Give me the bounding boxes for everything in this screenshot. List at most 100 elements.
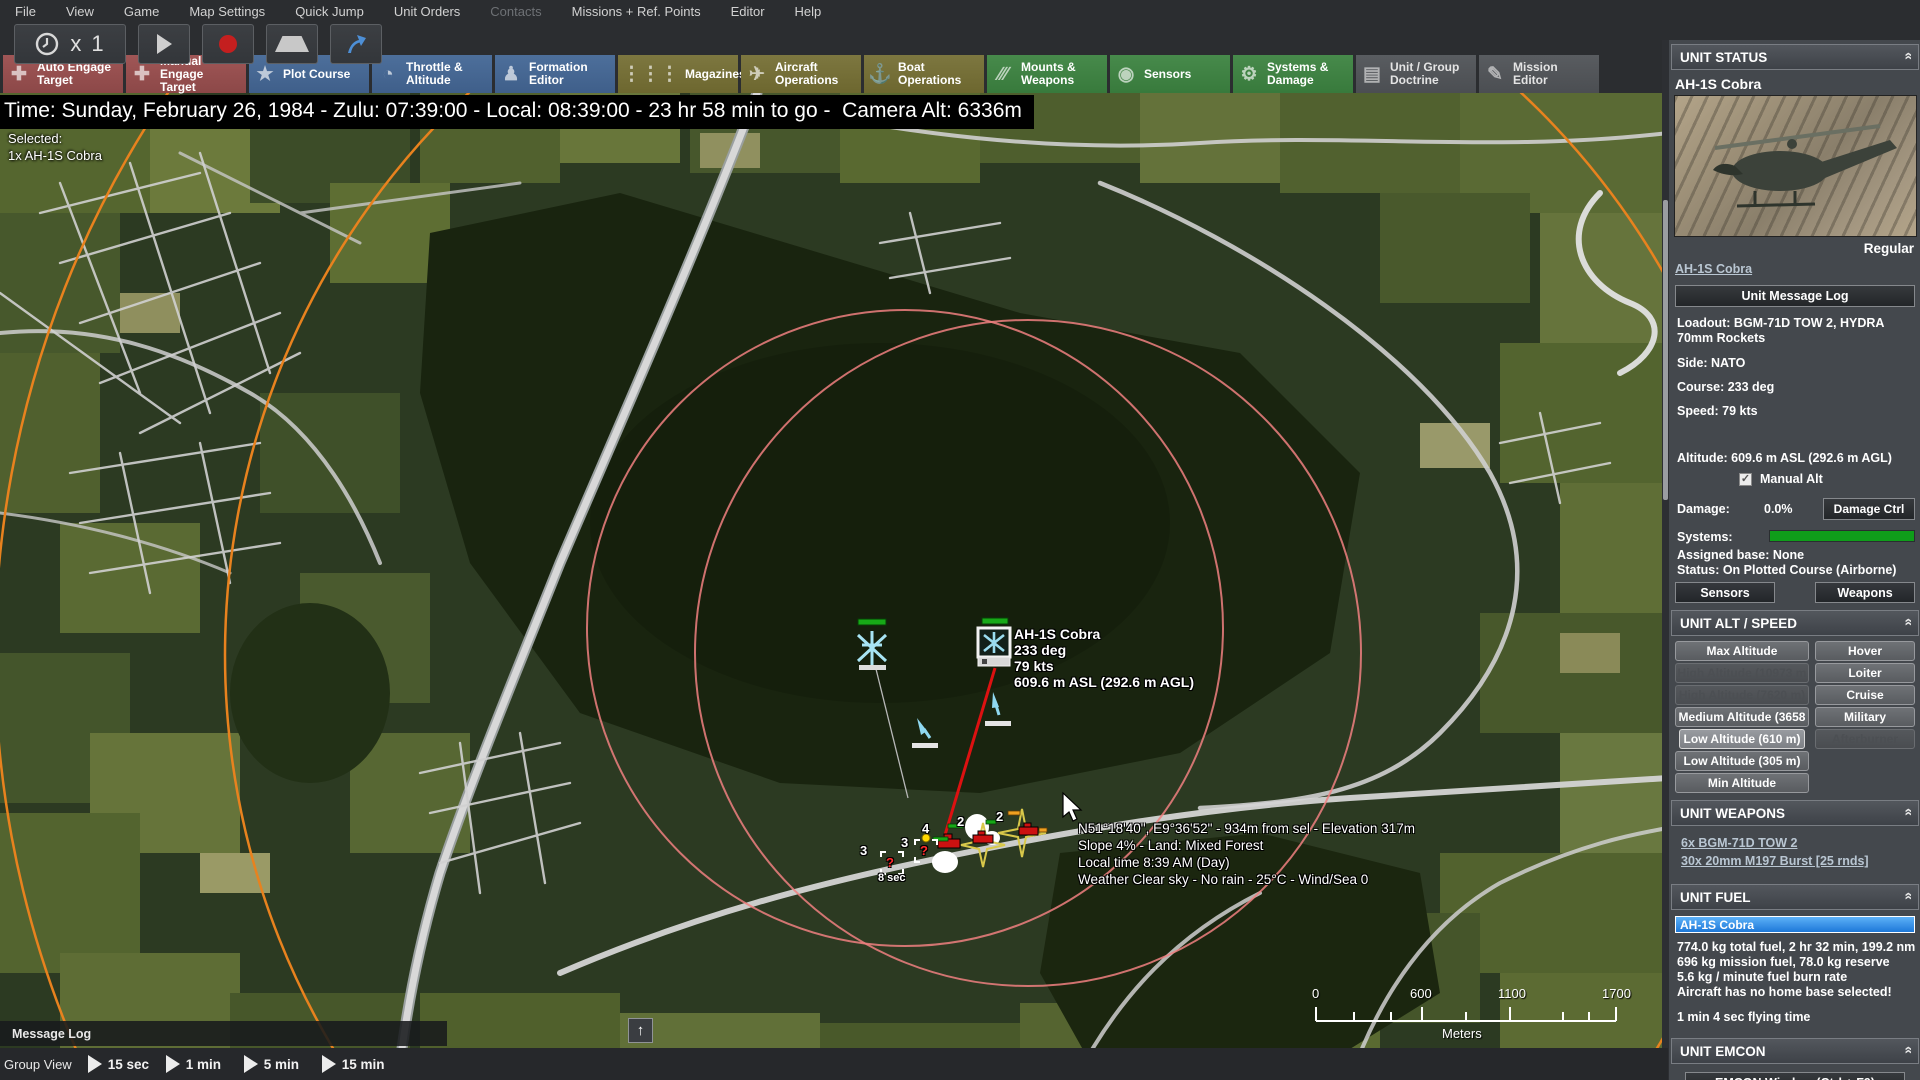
damage-ctrl-button[interactable]: Damage Ctrl xyxy=(1823,498,1915,520)
min-altitude-button[interactable]: Min Altitude xyxy=(1675,773,1809,793)
aircraft-icon: ✈ xyxy=(749,63,765,85)
throttle-altitude-button[interactable]: ◔ Throttle & Altitude xyxy=(372,55,492,93)
unit-datablock: AH-1S Cobra 233 deg 79 kts 609.6 m ASL (… xyxy=(1014,626,1194,690)
menu-missions-ref-points[interactable]: Missions + Ref. Points xyxy=(557,4,716,19)
aircraft-operations-button[interactable]: ✈ Aircraft Operations xyxy=(741,55,861,93)
damage-label: Damage: xyxy=(1677,502,1730,516)
app-window: File View Game Map Settings Quick Jump U… xyxy=(0,0,1920,1080)
emcon-window-button[interactable]: EMCON Window (Ctrl + F9) xyxy=(1685,1072,1905,1080)
magazines-button[interactable]: ⋮⋮⋮ Magazines xyxy=(618,55,746,93)
manual-alt-row: ✓ Manual Alt xyxy=(1739,472,1823,486)
course-text: Course: 233 deg xyxy=(1677,380,1775,394)
weapon-link-20mm[interactable]: 30x 20mm M197 Burst [25 rnds] xyxy=(1681,854,1869,868)
scrollbar-thumb[interactable] xyxy=(1663,200,1668,500)
unit-altitude-label: 609.6 m ASL (292.6 m AGL) xyxy=(1014,674,1194,690)
scale-tick: 0 xyxy=(1312,986,1320,1001)
cruise-button[interactable]: Cruise xyxy=(1815,685,1915,705)
menu-map-settings[interactable]: Map Settings xyxy=(174,4,280,19)
missiles-icon: ∕∕∕ xyxy=(998,63,1008,85)
low-altitude-610-button[interactable]: Low Altitude (610 m) xyxy=(1679,729,1805,749)
unit-sidebar: UNIT STATUS » AH-1S Cobra Regular AH-1S … xyxy=(1662,40,1920,1080)
mission-editor-button[interactable]: ✎ Mission Editor xyxy=(1479,55,1599,93)
unit-emcon-header[interactable]: UNIT EMCON » xyxy=(1671,1038,1919,1064)
map-view-button[interactable] xyxy=(266,24,318,64)
systems-damage-button[interactable]: ⚙ Systems & Damage xyxy=(1233,55,1353,93)
step-play-icon[interactable] xyxy=(321,1055,336,1073)
speed-step-5min[interactable]: 5 min xyxy=(264,1057,316,1072)
menu-file[interactable]: File xyxy=(0,4,51,19)
sensors-button[interactable]: ◉ Sensors xyxy=(1110,55,1230,93)
scale-tick: 1700 xyxy=(1602,986,1631,1001)
unit-group-doctrine-button[interactable]: ▤ Unit / Group Doctrine xyxy=(1356,55,1476,93)
hover-button[interactable]: Hover xyxy=(1815,641,1915,661)
sim-control-row: x 1 xyxy=(0,22,1920,64)
play-icon xyxy=(157,34,172,54)
menu-unit-orders[interactable]: Unit Orders xyxy=(379,4,475,19)
step-play-icon[interactable] xyxy=(165,1055,180,1073)
time-multiplier-label: x 1 xyxy=(70,31,106,56)
collapse-icon[interactable]: » xyxy=(1899,620,1915,626)
collapse-icon[interactable]: » xyxy=(1899,894,1915,900)
speed-step-15min[interactable]: 15 min xyxy=(342,1057,394,1072)
formation-editor-button[interactable]: ♟ Formation Editor xyxy=(495,55,615,93)
weapon-link-tow[interactable]: 6x BGM-71D TOW 2 xyxy=(1681,836,1797,850)
weapons-panel-button[interactable]: Weapons xyxy=(1815,582,1915,603)
step-play-icon[interactable] xyxy=(87,1055,102,1073)
curved-arrow-icon xyxy=(348,35,366,53)
unit-link[interactable]: AH-1S Cobra xyxy=(1675,262,1752,276)
play-button[interactable] xyxy=(138,24,190,64)
menu-help[interactable]: Help xyxy=(780,4,837,19)
menu-view[interactable]: View xyxy=(51,4,109,19)
loiter-button[interactable]: Loiter xyxy=(1815,663,1915,683)
map-tooltip: N51°18'40", E9°36'52" - 934m from sel - … xyxy=(1078,821,1415,887)
unit-message-log-button[interactable]: Unit Message Log xyxy=(1675,285,1915,307)
unknown-contact-mark: ? xyxy=(920,843,928,858)
menu-game[interactable]: Game xyxy=(109,4,174,19)
map-canvas[interactable]: Time: Sunday, February 26, 1984 - Zulu: … xyxy=(0,93,1668,1080)
waypoint-number: 4 xyxy=(922,821,930,836)
group-view-button[interactable]: Group View xyxy=(0,1057,82,1072)
message-log-bar[interactable]: Message Log xyxy=(0,1021,447,1046)
helicopter-photo-silhouette xyxy=(1713,124,1897,208)
collapse-icon[interactable]: » xyxy=(1899,810,1915,816)
damage-value: 0.0% xyxy=(1764,502,1793,516)
afterburner-button: Afterburner xyxy=(1815,729,1915,749)
clock-icon xyxy=(36,32,59,56)
military-button[interactable]: Military xyxy=(1815,707,1915,727)
record-button[interactable] xyxy=(202,24,254,64)
message-log-expand-button[interactable]: ↑ xyxy=(628,1018,653,1043)
formation-icon: ♟ xyxy=(502,63,520,85)
status-text: Status: On Plotted Course (Airborne) xyxy=(1677,563,1897,577)
step-play-icon[interactable] xyxy=(243,1055,258,1073)
max-altitude-button[interactable]: Max Altitude xyxy=(1675,641,1809,661)
side-text: Side: NATO xyxy=(1677,356,1746,370)
unknown-contact-mark: ? xyxy=(886,855,894,870)
speed-text: Speed: 79 kts xyxy=(1677,404,1758,418)
fuel-unit-selected-row[interactable]: AH-1S Cobra xyxy=(1675,916,1915,933)
collapse-icon[interactable]: » xyxy=(1899,1048,1915,1054)
fuel-details: 774.0 kg total fuel, 2 hr 32 min, 199.2 … xyxy=(1677,940,1916,999)
menu-bar: File View Game Map Settings Quick Jump U… xyxy=(0,0,1920,22)
unit-fuel-header[interactable]: UNIT FUEL » xyxy=(1671,884,1919,910)
crosshair-in-icon: ✚ xyxy=(11,63,27,85)
manual-alt-checkbox[interactable]: ✓ xyxy=(1739,472,1752,486)
selected-unit: 1x AH-1S Cobra xyxy=(8,148,102,163)
waypoint-number: 3 xyxy=(860,843,868,858)
low-altitude-305-button[interactable]: Low Altitude (305 m) xyxy=(1675,751,1809,771)
high-altitude-2-button: High Altitude (7620 m) xyxy=(1675,685,1809,705)
mounts-weapons-button[interactable]: ∕∕∕ Mounts & Weapons xyxy=(987,55,1107,93)
crosshair-manual-icon: ✚ xyxy=(134,63,150,85)
menu-editor[interactable]: Editor xyxy=(716,4,780,19)
medium-altitude-button[interactable]: Medium Altitude (3658 xyxy=(1675,707,1809,727)
jump-button[interactable] xyxy=(330,24,382,64)
boat-operations-button[interactable]: ⚓ Boat Operations xyxy=(864,55,984,93)
unit-alt-speed-header[interactable]: UNIT ALT / SPEED » xyxy=(1671,610,1919,636)
sensors-panel-button[interactable]: Sensors xyxy=(1675,582,1775,603)
menu-quick-jump[interactable]: Quick Jump xyxy=(280,4,379,19)
speed-step-15sec[interactable]: 15 sec xyxy=(108,1057,160,1072)
time-compression-button[interactable]: x 1 xyxy=(14,24,126,64)
waypoint-number: 2 xyxy=(957,814,965,829)
speed-step-1min[interactable]: 1 min xyxy=(186,1057,238,1072)
unit-weapons-header[interactable]: UNIT WEAPONS » xyxy=(1671,800,1919,826)
sidebar-scrollbar[interactable] xyxy=(1662,40,1669,1080)
